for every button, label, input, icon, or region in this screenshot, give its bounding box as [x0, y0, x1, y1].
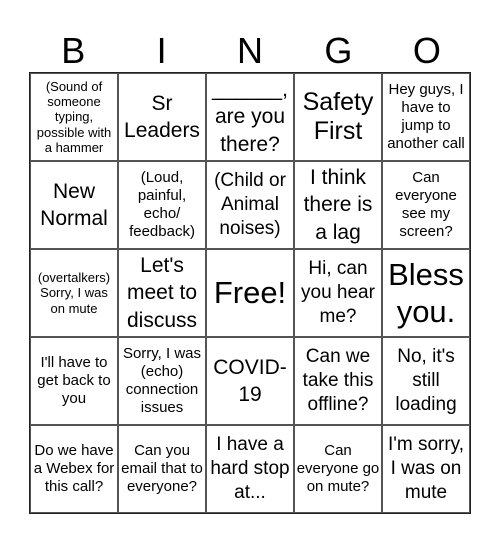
- bingo-cell-b1[interactable]: (Sound of someone typing, possible with …: [30, 73, 118, 161]
- bingo-cell-g2[interactable]: I think there is a lag: [294, 161, 382, 249]
- cell-text: Can everyone go on mute?: [296, 442, 380, 495]
- bingo-cell-n1[interactable]: ______, are you there?: [206, 73, 294, 161]
- header-letter-i: I: [156, 30, 167, 71]
- bingo-cell-i2[interactable]: (Loud, painful, echo/ feedback): [118, 161, 206, 249]
- cell-text: COVID-19: [213, 355, 287, 406]
- cell-text: New Normal: [40, 179, 108, 230]
- bingo-cell-i4[interactable]: Sorry, I was (echo) connection issues: [118, 337, 206, 425]
- cell-text: I'm sorry, I was on mute: [387, 434, 465, 503]
- cell-text: Can we take this offline?: [302, 346, 374, 415]
- bingo-cell-o2[interactable]: Can everyone see my screen?: [382, 161, 470, 249]
- bingo-cell-o4[interactable]: No, it's still loading: [382, 337, 470, 425]
- header-letter-b: B: [61, 30, 86, 71]
- bingo-cell-o5[interactable]: I'm sorry, I was on mute: [382, 425, 470, 513]
- cell-text: (Sound of someone typing, possible with …: [36, 78, 112, 155]
- cell-text: ______, are you there?: [212, 78, 288, 156]
- bingo-cell-g5[interactable]: Can everyone go on mute?: [294, 425, 382, 513]
- bingo-cell-i3[interactable]: Let's meet to discuss: [118, 249, 206, 337]
- bingo-cell-i1[interactable]: Sr Leaders: [118, 73, 206, 161]
- cell-text: Hi, can you hear me?: [301, 258, 375, 327]
- cell-text: (Child or Animal noises): [214, 170, 286, 239]
- cell-text: No, it's still loading: [395, 346, 457, 415]
- bingo-cell-g4[interactable]: Can we take this offline?: [294, 337, 382, 425]
- cell-text: Can everyone see my screen?: [395, 169, 457, 240]
- cell-text: (Loud, painful, echo/ feedback): [129, 169, 195, 240]
- cell-text: Sr Leaders: [124, 91, 200, 142]
- free-space-cell[interactable]: Free!: [206, 249, 294, 337]
- cell-text: Do we have a Webex for this call?: [33, 442, 115, 495]
- cell-text: Hey guys, I have to jump to another call: [387, 81, 465, 152]
- cell-text: Safety First: [302, 88, 374, 145]
- cell-text: Sorry, I was (echo) connection issues: [122, 345, 202, 416]
- cell-text: (overtalkers) Sorry, I was on mute: [37, 270, 111, 316]
- bingo-header: B I N G O: [29, 30, 471, 72]
- bingo-cell-n2[interactable]: (Child or Animal noises): [206, 161, 294, 249]
- bingo-cell-g1[interactable]: Safety First: [294, 73, 382, 161]
- header-letter-n: N: [237, 30, 264, 71]
- bingo-cell-b3[interactable]: (overtalkers) Sorry, I was on mute: [30, 249, 118, 337]
- cell-text: Free!: [213, 275, 287, 311]
- bingo-board: (Sound of someone typing, possible with …: [29, 72, 471, 514]
- bingo-cell-o3[interactable]: Bless you.: [382, 249, 470, 337]
- bingo-cell-i5[interactable]: Can you email that to everyone?: [118, 425, 206, 513]
- bingo-cell-g3[interactable]: Hi, can you hear me?: [294, 249, 382, 337]
- cell-text: Bless you.: [388, 256, 464, 329]
- cell-text: I think there is a lag: [303, 166, 373, 244]
- bingo-cell-o1[interactable]: Hey guys, I have to jump to another call: [382, 73, 470, 161]
- bingo-cell-b4[interactable]: I'll have to get back to you: [30, 337, 118, 425]
- cell-text: Can you email that to everyone?: [121, 442, 203, 495]
- bingo-cell-b5[interactable]: Do we have a Webex for this call?: [30, 425, 118, 513]
- bingo-cell-n5[interactable]: I have a hard stop at...: [206, 425, 294, 513]
- header-letter-o: O: [412, 30, 441, 71]
- cell-text: I'll have to get back to you: [37, 354, 111, 407]
- cell-text: I have a hard stop at...: [210, 434, 290, 503]
- header-letter-g: G: [324, 30, 353, 71]
- cell-text: Let's meet to discuss: [126, 254, 198, 332]
- bingo-cell-n4[interactable]: COVID-19: [206, 337, 294, 425]
- bingo-cell-b2[interactable]: New Normal: [30, 161, 118, 249]
